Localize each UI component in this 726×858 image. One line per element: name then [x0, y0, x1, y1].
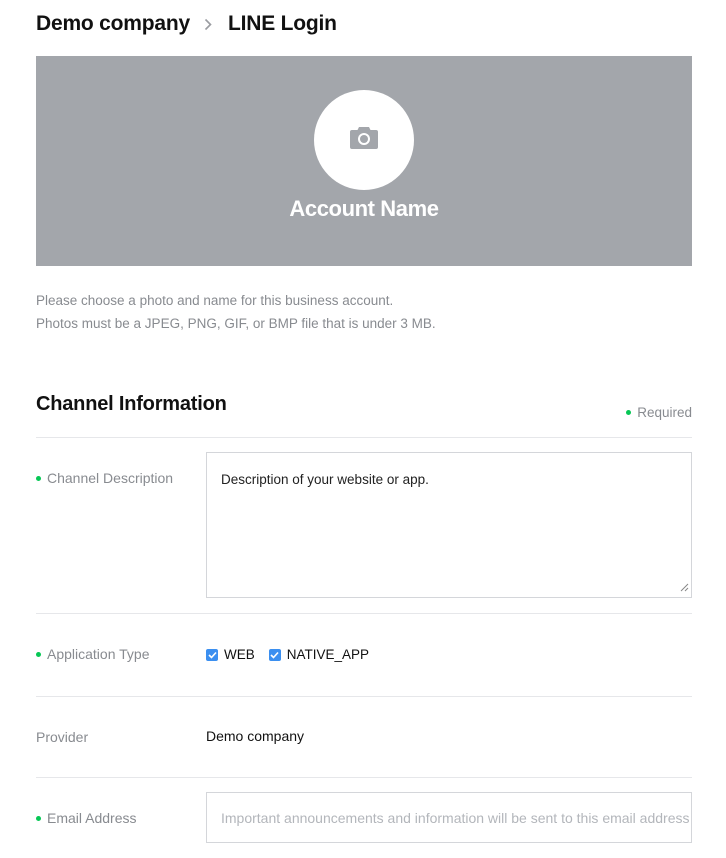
- application-type-label-text: Application Type: [47, 646, 150, 662]
- required-legend: Required: [626, 405, 692, 420]
- checkbox-checked-icon[interactable]: [206, 648, 218, 661]
- cover-area: Account Name: [36, 56, 692, 266]
- account-name[interactable]: Account Name: [36, 196, 692, 222]
- divider: [36, 696, 692, 697]
- photo-help-text: Please choose a photo and name for this …: [36, 289, 436, 335]
- breadcrumb: Demo company LINE Login: [36, 10, 337, 38]
- web-checkbox[interactable]: WEB: [206, 647, 255, 662]
- chevron-right-icon: [204, 18, 212, 31]
- application-type-options: WEB NATIVE_APP: [206, 647, 383, 662]
- breadcrumb-current: LINE Login: [227, 12, 337, 35]
- native-app-checkbox[interactable]: NATIVE_APP: [268, 647, 369, 662]
- native-app-checkbox-label[interactable]: NATIVE_APP: [287, 647, 369, 662]
- provider-label: Provider: [36, 729, 89, 745]
- resize-handle-icon[interactable]: [680, 580, 689, 595]
- web-checkbox-label[interactable]: WEB: [224, 647, 255, 662]
- divider: [36, 437, 692, 438]
- channel-description-label: Channel Description: [36, 470, 173, 486]
- checkbox-checked-icon[interactable]: [268, 648, 281, 661]
- profile-photo-upload[interactable]: [314, 90, 414, 190]
- email-placeholder: Important announcements and information …: [221, 809, 690, 826]
- channel-description-textarea[interactable]: Description of your website or app.: [206, 452, 692, 598]
- camera-icon: [349, 126, 379, 155]
- help-line-1: Please choose a photo and name for this …: [36, 293, 394, 308]
- required-dot-icon: [36, 815, 41, 821]
- breadcrumb-company[interactable]: Demo company: [36, 12, 190, 36]
- email-address-label: Email Address: [36, 810, 136, 826]
- divider: [36, 777, 692, 778]
- section-title: Channel Information: [36, 393, 227, 415]
- channel-description-label-text: Channel Description: [47, 470, 174, 486]
- provider-value: Demo company: [206, 728, 305, 744]
- required-dot-icon: [626, 410, 632, 415]
- divider: [36, 613, 692, 614]
- required-dot-icon: [36, 651, 41, 657]
- required-label: Required: [637, 405, 692, 420]
- help-line-2: Photos must be a JPEG, PNG, GIF, or BMP …: [36, 316, 436, 331]
- channel-description-value: Description of your website or app.: [221, 472, 429, 487]
- application-type-label: Application Type: [36, 646, 149, 662]
- required-dot-icon: [36, 475, 41, 481]
- email-address-input[interactable]: Important announcements and information …: [206, 792, 692, 843]
- email-address-label-text: Email Address: [47, 810, 137, 826]
